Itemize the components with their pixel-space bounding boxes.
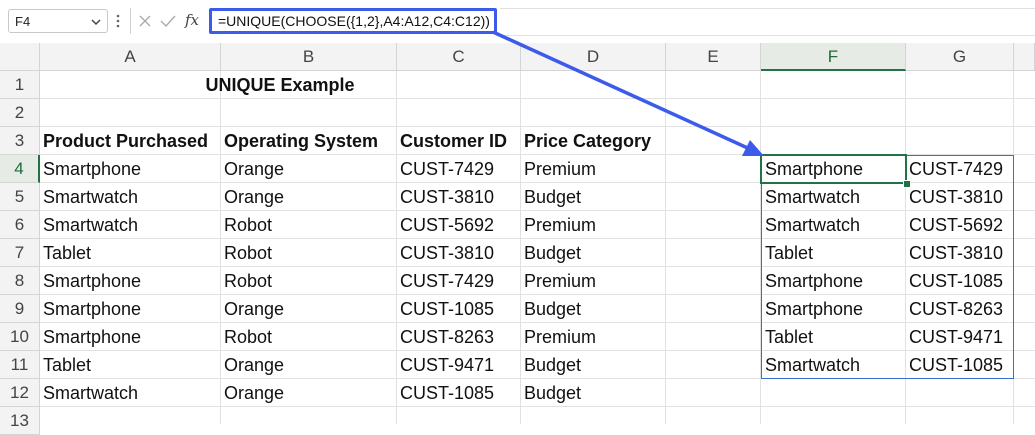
column-header-c[interactable]: C (397, 43, 521, 71)
row-header-12[interactable]: 12 (0, 379, 40, 407)
table-cell[interactable]: Smartwatch (40, 211, 138, 239)
more-options-icon[interactable] (116, 11, 120, 31)
formula-text: =UNIQUE(CHOOSE({1,2},A4:A12,C4:C12)) (218, 13, 490, 29)
table-cell[interactable]: Robot (221, 211, 272, 239)
row-header-10[interactable]: 10 (0, 323, 40, 351)
column-header-e[interactable]: E (666, 43, 761, 71)
result-cell[interactable]: Smartwatch (762, 211, 860, 239)
table-cell[interactable]: CUST-7429 (397, 155, 494, 183)
gridline (665, 71, 666, 424)
gridline (760, 71, 761, 424)
column-header-g[interactable]: G (906, 43, 1014, 71)
enter-check-icon[interactable] (160, 14, 176, 28)
result-cell[interactable]: Smartwatch (762, 183, 860, 211)
row-header-1[interactable]: 1 (0, 71, 40, 99)
result-cell[interactable]: Smartphone (762, 295, 863, 323)
table-cell[interactable]: CUST-3810 (397, 239, 494, 267)
table-cell[interactable]: Robot (221, 323, 272, 351)
column-header-a[interactable]: A (40, 43, 221, 71)
table-cell[interactable]: Smartwatch (40, 379, 138, 407)
name-box[interactable]: F4 (8, 9, 108, 33)
column-header-f[interactable]: F (761, 43, 906, 71)
table-cell[interactable]: CUST-7429 (397, 267, 494, 295)
worksheet-grid[interactable]: A B C D E F G 1 2 3 4 5 6 7 8 9 10 11 12… (0, 43, 1035, 435)
table-cell[interactable]: Budget (521, 379, 581, 407)
table-cell[interactable]: Premium (521, 267, 596, 295)
result-cell[interactable]: Tablet (762, 239, 813, 267)
result-cell[interactable]: CUST-7429 (906, 155, 1003, 183)
insert-function-icon[interactable]: fx (185, 11, 199, 29)
result-cell[interactable]: CUST-3810 (906, 239, 1003, 267)
table-cell[interactable]: CUST-1085 (397, 295, 494, 323)
row-header-5[interactable]: 5 (0, 183, 40, 211)
result-cell[interactable]: Smartwatch (762, 351, 860, 379)
result-cell[interactable]: CUST-8263 (906, 295, 1003, 323)
formula-input-extent[interactable] (500, 8, 1035, 36)
table-cell[interactable]: Premium (521, 323, 596, 351)
column-header-d[interactable]: D (521, 43, 666, 71)
row-header-7[interactable]: 7 (0, 239, 40, 267)
row-header-6[interactable]: 6 (0, 211, 40, 239)
column-header-b[interactable]: B (221, 43, 397, 71)
result-cell[interactable]: Tablet (762, 323, 813, 351)
row-header-3[interactable]: 3 (0, 127, 40, 155)
table-cell[interactable]: Premium (521, 155, 596, 183)
row-header-2[interactable]: 2 (0, 99, 40, 127)
header-price-category[interactable]: Price Category (521, 127, 651, 155)
header-customer-id[interactable]: Customer ID (397, 127, 507, 155)
table-cell[interactable]: CUST-5692 (397, 211, 494, 239)
result-cell[interactable]: CUST-1085 (906, 351, 1003, 379)
table-cell[interactable]: CUST-1085 (397, 379, 494, 407)
formula-input[interactable]: =UNIQUE(CHOOSE({1,2},A4:A12,C4:C12)) (209, 8, 497, 34)
result-cell[interactable]: CUST-5692 (906, 211, 1003, 239)
header-operating-system[interactable]: Operating System (221, 127, 378, 155)
divider (130, 8, 131, 34)
table-cell[interactable]: Orange (221, 183, 284, 211)
table-cell[interactable]: Smartwatch (40, 183, 138, 211)
result-cell[interactable]: CUST-3810 (906, 183, 1003, 211)
table-cell[interactable]: Smartphone (40, 155, 141, 183)
table-cell[interactable]: Robot (221, 239, 272, 267)
table-cell[interactable]: Budget (521, 239, 581, 267)
chevron-down-icon[interactable] (91, 17, 101, 27)
table-cell[interactable]: Budget (521, 295, 581, 323)
row-header-11[interactable]: 11 (0, 351, 40, 379)
row-header-9[interactable]: 9 (0, 295, 40, 323)
table-cell[interactable]: Orange (221, 295, 284, 323)
formula-bar: F4 fx =UNIQUE(CHOOSE({1,2},A4:A12,C4:C12… (0, 0, 1035, 43)
table-cell[interactable]: Premium (521, 211, 596, 239)
table-cell[interactable]: Orange (221, 351, 284, 379)
table-cell[interactable]: Tablet (40, 239, 91, 267)
sheet-title[interactable]: UNIQUE Example (40, 71, 520, 99)
fill-handle[interactable] (903, 180, 911, 188)
table-cell[interactable]: CUST-3810 (397, 183, 494, 211)
table-cell[interactable]: Budget (521, 351, 581, 379)
cancel-icon[interactable] (138, 14, 152, 28)
row-header-4[interactable]: 4 (0, 155, 40, 183)
formula-icons: fx (130, 8, 206, 34)
result-cell[interactable]: CUST-1085 (906, 267, 1003, 295)
table-cell[interactable]: Orange (221, 379, 284, 407)
select-all-corner[interactable] (0, 43, 40, 71)
row-header-13[interactable]: 13 (0, 407, 40, 435)
table-cell[interactable]: Smartphone (40, 323, 141, 351)
row-header-8[interactable]: 8 (0, 267, 40, 295)
table-cell[interactable]: Tablet (40, 351, 91, 379)
gridline (1013, 71, 1014, 424)
result-cell[interactable]: Smartphone (762, 155, 863, 183)
table-cell[interactable]: Smartphone (40, 295, 141, 323)
header-product-purchased[interactable]: Product Purchased (40, 127, 208, 155)
name-box-value: F4 (15, 14, 31, 29)
table-cell[interactable]: Smartphone (40, 267, 141, 295)
result-cell[interactable]: CUST-9471 (906, 323, 1003, 351)
table-cell[interactable]: Orange (221, 155, 284, 183)
column-header-h[interactable] (1014, 43, 1035, 71)
result-cell[interactable]: Smartphone (762, 267, 863, 295)
table-cell[interactable]: CUST-9471 (397, 351, 494, 379)
table-cell[interactable]: CUST-8263 (397, 323, 494, 351)
table-cell[interactable]: Robot (221, 267, 272, 295)
table-cell[interactable]: Budget (521, 183, 581, 211)
